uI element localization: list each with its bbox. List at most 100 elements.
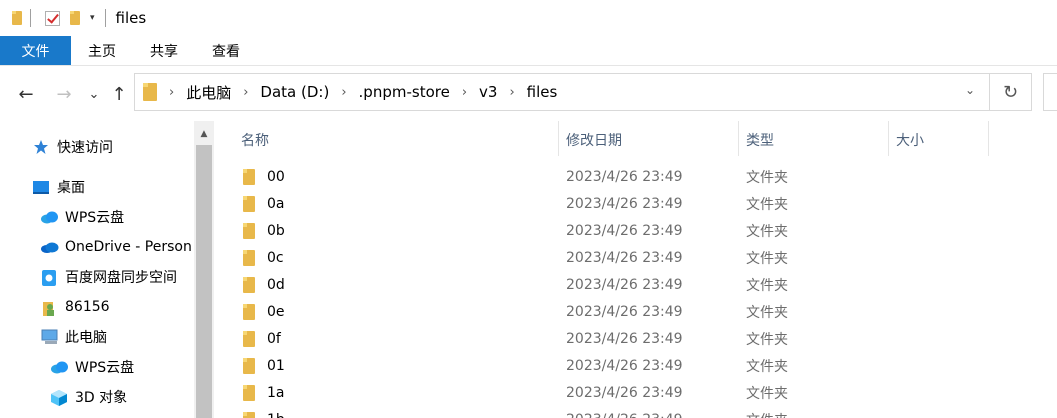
file-name: 0c [267,249,284,266]
column-divider[interactable] [558,121,559,156]
breadcrumb-files[interactable]: files [527,83,558,101]
refresh-button[interactable]: ↻ [990,73,1032,111]
tab-home[interactable]: 主页 [71,36,133,65]
title-bar: ▾ files [0,0,1057,36]
up-button[interactable]: ↑ [108,80,130,108]
file-name: 0e [267,303,285,320]
file-type: 文件夹 [746,250,788,267]
table-row[interactable]: 1b 2023/4/26 23:49 文件夹 [214,406,1057,418]
nav-item-label: 快速访问 [57,140,113,156]
recent-locations-button[interactable]: ⌄ [86,80,102,108]
breadcrumb-chevron-icon[interactable]: › [341,85,346,100]
file-date: 2023/4/26 23:49 [566,330,683,347]
table-row[interactable]: 0e 2023/4/26 23:49 文件夹 [214,298,1057,325]
table-row[interactable]: 0f 2023/4/26 23:49 文件夹 [214,325,1057,352]
customize-qat-dropdown-icon[interactable]: ▾ [90,0,95,36]
nav-item-onedrive[interactable]: OneDrive - Person [40,232,192,262]
table-row[interactable]: 01 2023/4/26 23:49 文件夹 [214,352,1057,379]
cloud-icon [40,209,58,225]
breadcrumb-this-pc[interactable]: 此电脑 [186,82,231,103]
breadcrumb-chevron-icon[interactable]: › [169,85,174,100]
nav-item-label: 此电脑 [65,330,107,346]
column-header-size[interactable]: 大小 [896,124,924,156]
forward-button[interactable]: → [52,80,76,108]
back-button[interactable]: ← [14,80,38,108]
3d-objects-icon [50,389,68,406]
properties-check-icon[interactable] [45,0,60,36]
nav-item-label: OneDrive - Person [65,239,192,255]
nav-item-wps-cloud-2[interactable]: WPS云盘 [50,352,134,382]
new-folder-icon[interactable] [70,0,80,36]
navigation-pane: 快速访问 桌面 WPS云盘 OneDrive - Person 百度网盘同步空间… [0,121,196,418]
tab-file[interactable]: 文件 [0,36,71,65]
table-row[interactable]: 1a 2023/4/26 23:49 文件夹 [214,379,1057,406]
nav-item-label: 3D 对象 [75,390,128,406]
sort-ascending-icon: ^ [390,121,399,127]
nav-item-baidu-netdisk[interactable]: 百度网盘同步空间 [40,262,177,292]
file-date: 2023/4/26 23:49 [566,357,683,374]
folder-icon [243,196,255,212]
navpane-scrollbar[interactable]: ▲ [194,121,214,418]
file-type: 文件夹 [746,406,788,418]
tab-share[interactable]: 共享 [133,36,195,65]
table-row[interactable]: 0b 2023/4/26 23:49 文件夹 [214,217,1057,244]
address-dropdown-button[interactable]: ⌄ [965,83,975,97]
qat-separator [30,9,31,27]
folder-icon [243,223,255,239]
nav-item-3d-objects[interactable]: 3D 对象 [50,382,127,412]
table-row[interactable]: 0a 2023/4/26 23:49 文件夹 [214,190,1057,217]
folder-icon [243,169,255,185]
column-divider[interactable] [988,121,989,156]
title-separator [104,9,106,27]
scroll-up-icon[interactable]: ▲ [194,125,214,143]
breadcrumb-pnpm-store[interactable]: .pnpm-store [359,83,450,101]
breadcrumb-v3[interactable]: v3 [479,83,497,101]
file-type: 文件夹 [746,358,788,375]
file-name: 01 [267,357,285,374]
nav-item-label: 桌面 [57,180,85,196]
ribbon-tabs: 文件 主页 共享 查看 [0,36,1057,66]
nav-item-quick-access[interactable]: 快速访问 [32,132,113,162]
user-folder-icon [40,299,58,316]
file-type: 文件夹 [746,223,788,240]
file-list: ^ 名称 修改日期 类型 大小 00 2023/4/26 23:49 文件夹 0… [214,121,1057,418]
nav-item-label: WPS云盘 [75,360,135,376]
file-date: 2023/4/26 23:49 [566,406,683,418]
folder-icon [12,0,22,36]
folder-icon [243,304,255,320]
breadcrumb-chevron-icon[interactable]: › [462,85,467,100]
folder-icon [243,331,255,347]
breadcrumb-data-drive[interactable]: Data (D:) [260,83,329,101]
folder-icon [243,385,255,401]
breadcrumb-chevron-icon[interactable]: › [509,85,514,100]
file-name: 0f [267,330,281,347]
table-row[interactable]: 0c 2023/4/26 23:49 文件夹 [214,244,1057,271]
nav-item-desktop[interactable]: 桌面 [32,172,85,202]
file-name: 0a [267,195,285,212]
baidu-netdisk-icon [40,269,58,286]
file-date: 2023/4/26 23:49 [566,303,683,320]
nav-item-wps-cloud[interactable]: WPS云盘 [40,202,124,232]
column-header-name[interactable]: 名称 [241,124,269,156]
nav-item-this-pc[interactable]: 此电脑 [40,322,107,352]
tab-view[interactable]: 查看 [195,36,257,65]
address-bar[interactable]: › 此电脑 › Data (D:) › .pnpm-store › v3 › f… [134,73,990,111]
breadcrumb-chevron-icon[interactable]: › [243,85,248,100]
nav-item-user-86156[interactable]: 86156 [40,292,110,322]
file-date: 2023/4/26 23:49 [566,168,683,185]
cloud-icon [50,359,68,375]
column-header-date[interactable]: 修改日期 [566,124,622,156]
scroll-thumb[interactable] [196,145,212,418]
search-box[interactable] [1043,73,1057,111]
column-divider[interactable] [888,121,889,156]
file-type: 文件夹 [746,196,788,213]
file-date: 2023/4/26 23:49 [566,195,683,212]
column-header-type[interactable]: 类型 [746,124,774,156]
column-divider[interactable] [738,121,739,156]
file-type: 文件夹 [746,304,788,321]
table-row[interactable]: 0d 2023/4/26 23:49 文件夹 [214,271,1057,298]
address-row: ← → ⌄ ↑ › 此电脑 › Data (D:) › .pnpm-store … [0,66,1057,121]
nav-item-label: WPS云盘 [65,210,125,226]
table-row[interactable]: 00 2023/4/26 23:49 文件夹 [214,163,1057,190]
folder-icon [243,277,255,293]
